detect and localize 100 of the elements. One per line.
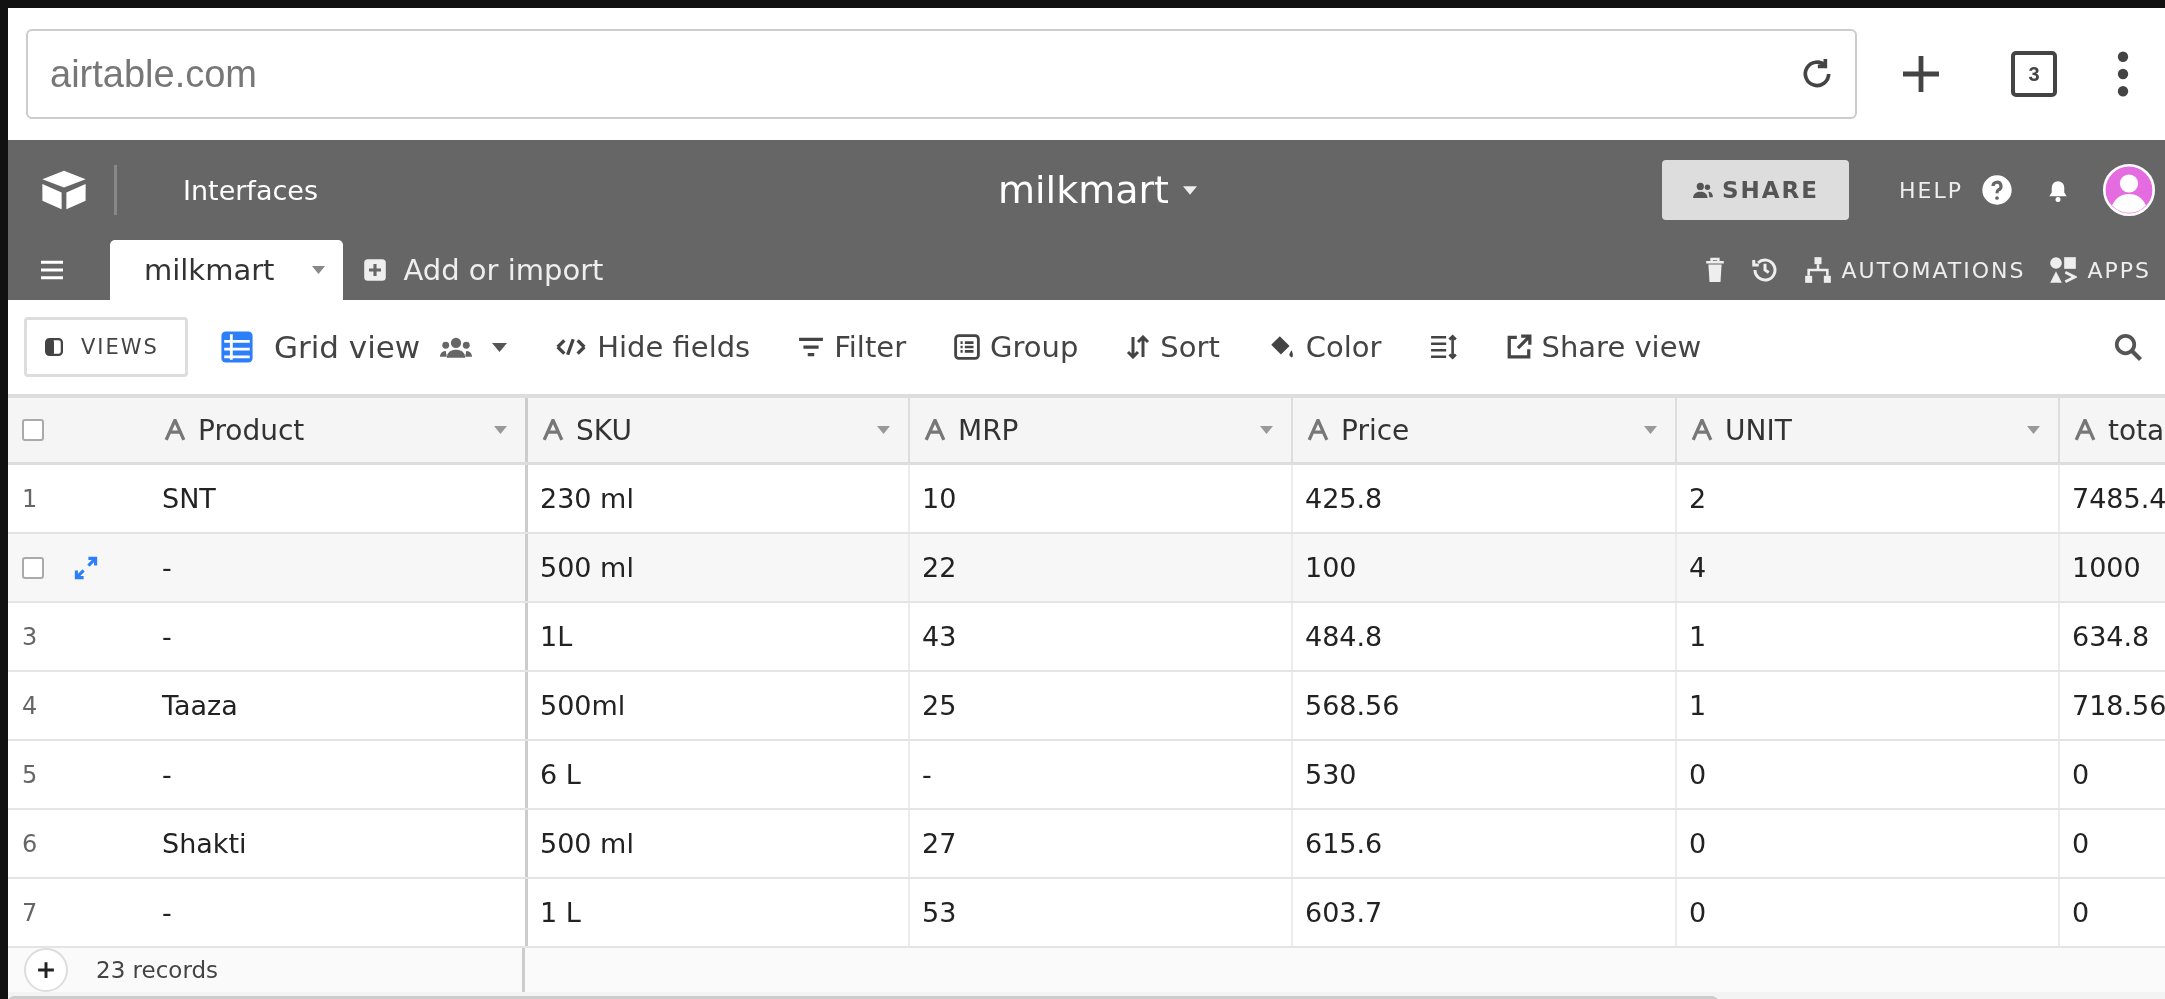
table-cell-text: - [161, 758, 173, 792]
table-cell: 0 [1675, 879, 2058, 946]
help-link[interactable]: HELP [1899, 177, 1963, 203]
expand-icon[interactable] [74, 555, 98, 580]
table-cell: 43 [908, 603, 1291, 670]
grid-icon [219, 330, 254, 364]
column-header[interactable]: Product [150, 398, 525, 462]
group-button[interactable]: Group [954, 330, 1079, 364]
table-cell-text: SNT [161, 482, 217, 516]
table-cell: 1000 [2058, 534, 2165, 601]
caret-icon[interactable] [494, 426, 507, 434]
plus-square-icon [363, 258, 388, 282]
table-cell: 0 [2058, 741, 2165, 808]
table-cell: 4 [1675, 534, 2058, 601]
caret-icon [492, 342, 508, 352]
tab-count[interactable]: 3 [2011, 51, 2057, 97]
hide-button[interactable]: Hide fields [555, 330, 751, 364]
row-height-icon [1429, 334, 1458, 360]
text-field-icon [1691, 419, 1713, 441]
column-header[interactable]: Price [1291, 398, 1675, 462]
more-menu-icon[interactable] [2117, 51, 2129, 97]
record-count: 23 records [96, 957, 219, 983]
sort-button[interactable]: Sort [1126, 330, 1220, 364]
row-height-button[interactable] [1429, 334, 1458, 360]
sidebar-icon [45, 338, 63, 356]
table-cell: 484.8 [1291, 603, 1675, 670]
table-cell: 27 [908, 810, 1291, 877]
filter-icon [798, 336, 825, 358]
text-field-icon [542, 419, 564, 441]
views-button[interactable]: VIEWS [24, 317, 188, 377]
filter-button[interactable]: Filter [798, 330, 907, 364]
table-cell: - [908, 741, 1291, 808]
menu-icon[interactable] [38, 259, 66, 281]
table-cell: 530 [1291, 741, 1675, 808]
table-cell-text: - [161, 620, 173, 654]
caret-icon[interactable] [1644, 426, 1657, 434]
caret-icon[interactable] [2027, 426, 2040, 434]
view-selector[interactable]: Grid view [219, 329, 508, 365]
column-header[interactable]: SKU [525, 398, 908, 462]
row-checkbox[interactable] [22, 556, 44, 579]
column-header[interactable]: UNIT [1675, 398, 2058, 462]
table-cell: 25 [908, 672, 1291, 739]
caret-icon[interactable] [877, 426, 890, 434]
column-header[interactable]: MRP [908, 398, 1291, 462]
help-icon[interactable] [1981, 174, 2013, 206]
hierarchy-icon [1803, 256, 1832, 284]
search-icon[interactable] [2113, 332, 2143, 362]
plus-icon [37, 961, 55, 979]
table-cell: 1 [1675, 672, 2058, 739]
caret-icon[interactable] [1260, 426, 1273, 434]
table-cell: 100 [1291, 534, 1675, 601]
logo-icon[interactable] [40, 168, 88, 212]
select-all-checkbox[interactable] [22, 419, 44, 441]
apps-button[interactable]: APPS [2049, 256, 2151, 284]
table-cell: 0 [1675, 741, 2058, 808]
row-number: 1 [22, 484, 38, 513]
share-button[interactable]: SHARE [1662, 160, 1850, 220]
table-cell: 53 [908, 879, 1291, 946]
users-icon [1692, 181, 1714, 199]
table-cell-text: - [161, 551, 173, 585]
sort-icon [1126, 335, 1151, 359]
add-or-import-button[interactable]: Add or import [363, 240, 604, 300]
shapes-icon [2049, 256, 2078, 284]
avatar-icon[interactable] [2103, 164, 2155, 216]
url-text: airtable.com [50, 52, 257, 96]
trash-icon[interactable] [1703, 256, 1726, 284]
row-number: 7 [22, 898, 38, 927]
table-cell: 568.56 [1291, 672, 1675, 739]
table-cell: 0 [2058, 879, 2165, 946]
base-name-menu[interactable]: milkmart [998, 168, 1197, 212]
table-tab[interactable]: milkmart [110, 240, 344, 300]
table-cell: 22 [908, 534, 1291, 601]
users-icon [440, 335, 473, 359]
share-button[interactable]: Share view [1505, 330, 1702, 364]
interfaces-link[interactable]: Interfaces [183, 174, 318, 206]
automations-button[interactable]: AUTOMATIONS [1803, 256, 2026, 284]
table-cell-text: - [161, 896, 173, 930]
text-field-icon [164, 419, 186, 441]
text-field-icon [1307, 419, 1329, 441]
list-icon [954, 334, 981, 360]
table-cell: 718.56 [2058, 672, 2165, 739]
row-number: 6 [22, 829, 38, 858]
column-header[interactable]: tota [2058, 398, 2165, 462]
add-record-button[interactable] [24, 948, 68, 992]
table-cell: 1 [1675, 603, 2058, 670]
table-cell: 2 [1675, 465, 2058, 532]
text-field-icon [924, 419, 946, 441]
row-number: 4 [22, 691, 38, 720]
table-cell: 425.8 [1291, 465, 1675, 532]
caret-icon [1183, 185, 1197, 195]
table-cell: 634.8 [2058, 603, 2165, 670]
address-bar[interactable]: airtable.com [26, 29, 1857, 119]
caret-icon [312, 266, 326, 274]
table-cell: 603.7 [1291, 879, 1675, 946]
table-cell: 615.6 [1291, 810, 1675, 877]
table-cell-text: Taaza [161, 689, 239, 723]
table-cell: 0 [1675, 810, 2058, 877]
color-button[interactable]: Color [1267, 330, 1382, 364]
share-icon [1505, 334, 1532, 360]
table-cell-text: Shakti [161, 827, 248, 861]
